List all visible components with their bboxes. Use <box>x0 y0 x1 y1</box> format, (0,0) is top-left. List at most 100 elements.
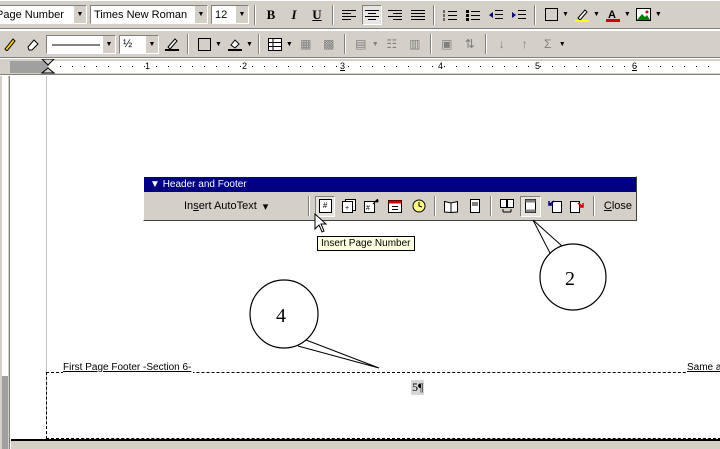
chevron-down-icon[interactable]: ▼ <box>215 41 222 48</box>
align-left-icon[interactable] <box>339 5 359 25</box>
ruler-tick <box>684 66 685 67</box>
numbering-icon[interactable] <box>440 5 460 25</box>
ruler-tick <box>108 66 109 67</box>
vertical-ruler[interactable] <box>0 76 10 449</box>
font-size-combo[interactable]: 12 ▼ <box>211 5 249 24</box>
ruler-tick <box>192 66 193 67</box>
split-cells-icon[interactable]: ▩ <box>319 34 339 54</box>
font-value: Times New Roman <box>94 8 188 21</box>
horizontal-ruler[interactable]: 1 2 3 4 5 6 <box>0 59 720 75</box>
insert-picture-icon[interactable] <box>634 5 654 25</box>
chevron-down-icon[interactable]: ▼ <box>624 11 631 18</box>
bullets-icon[interactable] <box>463 5 483 25</box>
font-color-icon[interactable]: A <box>603 5 623 25</box>
indent-marker-icon[interactable] <box>41 59 55 75</box>
show-next-button[interactable] <box>567 196 587 217</box>
menu-arrow-icon[interactable]: ▼ <box>150 179 160 190</box>
text-direction-icon[interactable]: ⇅ <box>460 34 480 54</box>
ruler-number: 4 <box>438 61 444 71</box>
chevron-down-icon[interactable]: ▼ <box>235 6 248 23</box>
sort-descending-icon[interactable]: ↑ <box>515 34 535 54</box>
switch-header-footer-button[interactable] <box>520 195 541 217</box>
italic-button[interactable]: I <box>284 5 304 25</box>
vertical-ruler-margin <box>2 376 8 449</box>
same-as-previous-button[interactable] <box>497 196 517 217</box>
highlight-icon[interactable] <box>572 5 592 25</box>
style-value: Page Number <box>0 8 64 21</box>
distribute-rows-icon[interactable]: ☷ <box>382 34 402 54</box>
borders-icon[interactable] <box>541 5 561 25</box>
footer-area[interactable] <box>46 372 720 439</box>
svg-text:+: + <box>345 205 349 212</box>
ruler-tick <box>420 66 421 67</box>
draw-table-pencil-icon[interactable] <box>0 34 20 54</box>
date-icon <box>387 200 402 213</box>
ruler-tick <box>276 66 277 67</box>
show-previous-button[interactable] <box>544 196 564 217</box>
ruler-tick <box>348 66 349 67</box>
align-cell-icon[interactable]: ▤ <box>351 34 371 54</box>
ruler-tick <box>300 66 301 67</box>
insert-autotext-button[interactable]: Insert AutoText ▾ <box>178 200 303 213</box>
ruler-tick <box>588 66 589 67</box>
ruler-tick <box>180 66 181 67</box>
sort-ascending-icon[interactable]: ↓ <box>492 34 512 54</box>
chevron-down-icon[interactable]: ▼ <box>559 41 566 48</box>
document-area[interactable]: First Page Footer -Section 6- Same a 5¶ <box>11 76 720 449</box>
close-button[interactable]: Close <box>600 200 636 212</box>
increase-indent-icon[interactable] <box>509 5 529 25</box>
format-page-number-button[interactable]: # <box>362 196 382 217</box>
ruler-tick <box>372 66 373 67</box>
insert-date-button[interactable] <box>385 196 405 217</box>
autotext-label: Insert AutoText <box>184 200 257 212</box>
insert-number-of-pages-button[interactable]: + <box>338 196 358 217</box>
insert-table-icon[interactable] <box>265 34 285 54</box>
separator <box>429 34 432 54</box>
justify-icon[interactable] <box>408 5 428 25</box>
ruler-tick <box>216 66 217 67</box>
chevron-down-icon[interactable]: ▼ <box>246 41 253 48</box>
chevron-down-icon[interactable]: ▼ <box>145 35 158 53</box>
ruler-tick <box>600 66 601 67</box>
chevron-down-icon[interactable]: ▼ <box>372 41 379 48</box>
chevron-down-icon[interactable]: ▼ <box>562 11 569 18</box>
chevron-down-icon[interactable]: ▼ <box>593 11 600 18</box>
decrease-indent-icon[interactable] <box>486 5 506 25</box>
page-number-field[interactable]: 5¶ <box>411 380 425 395</box>
chevron-down-icon[interactable]: ▼ <box>73 6 86 23</box>
autosum-icon[interactable]: Σ <box>538 34 558 54</box>
chevron-down-icon[interactable]: ▼ <box>102 35 115 53</box>
border-color-pen-icon[interactable] <box>162 34 182 54</box>
chevron-down-icon[interactable]: ▼ <box>194 6 207 23</box>
ruler-tick <box>72 66 73 67</box>
show-hide-document-text-button[interactable] <box>465 196 485 217</box>
header-footer-toolbar: ▼ Header and Footer Insert AutoText ▾ # … <box>143 176 637 221</box>
underline-button[interactable]: U <box>307 5 327 25</box>
chevron-down-icon: ▾ <box>262 200 269 213</box>
ruler-tick <box>516 66 517 67</box>
shading-color-icon[interactable] <box>225 34 245 54</box>
align-right-icon[interactable] <box>385 5 405 25</box>
switch-header-footer-icon <box>525 199 537 213</box>
chevron-down-icon[interactable]: ▼ <box>286 41 293 48</box>
ruler-tick <box>468 66 469 67</box>
ruler-number: 2 <box>242 61 248 71</box>
ruler-tick <box>480 66 481 67</box>
line-style-combo[interactable]: ▼ <box>46 34 116 54</box>
table-autoformat-icon[interactable]: ▣ <box>437 34 457 54</box>
outside-border-icon[interactable] <box>194 34 214 54</box>
chevron-down-icon[interactable]: ▼ <box>655 11 662 18</box>
merge-cells-icon[interactable]: ▦ <box>296 34 316 54</box>
eraser-icon[interactable] <box>23 34 43 54</box>
distribute-columns-icon[interactable]: ▥ <box>405 34 425 54</box>
separator <box>433 4 435 25</box>
ruler-tick <box>288 66 289 67</box>
font-combo[interactable]: Times New Roman ▼ <box>90 5 208 24</box>
bold-button[interactable]: B <box>261 5 281 25</box>
style-combo[interactable]: Page Number ▼ <box>0 5 87 24</box>
page-setup-button[interactable] <box>441 196 461 217</box>
header-footer-titlebar[interactable]: ▼ Header and Footer <box>144 177 636 192</box>
align-center-icon[interactable] <box>362 4 382 25</box>
line-weight-combo[interactable]: ½ ▼ <box>119 34 159 54</box>
insert-time-button[interactable] <box>409 196 429 217</box>
